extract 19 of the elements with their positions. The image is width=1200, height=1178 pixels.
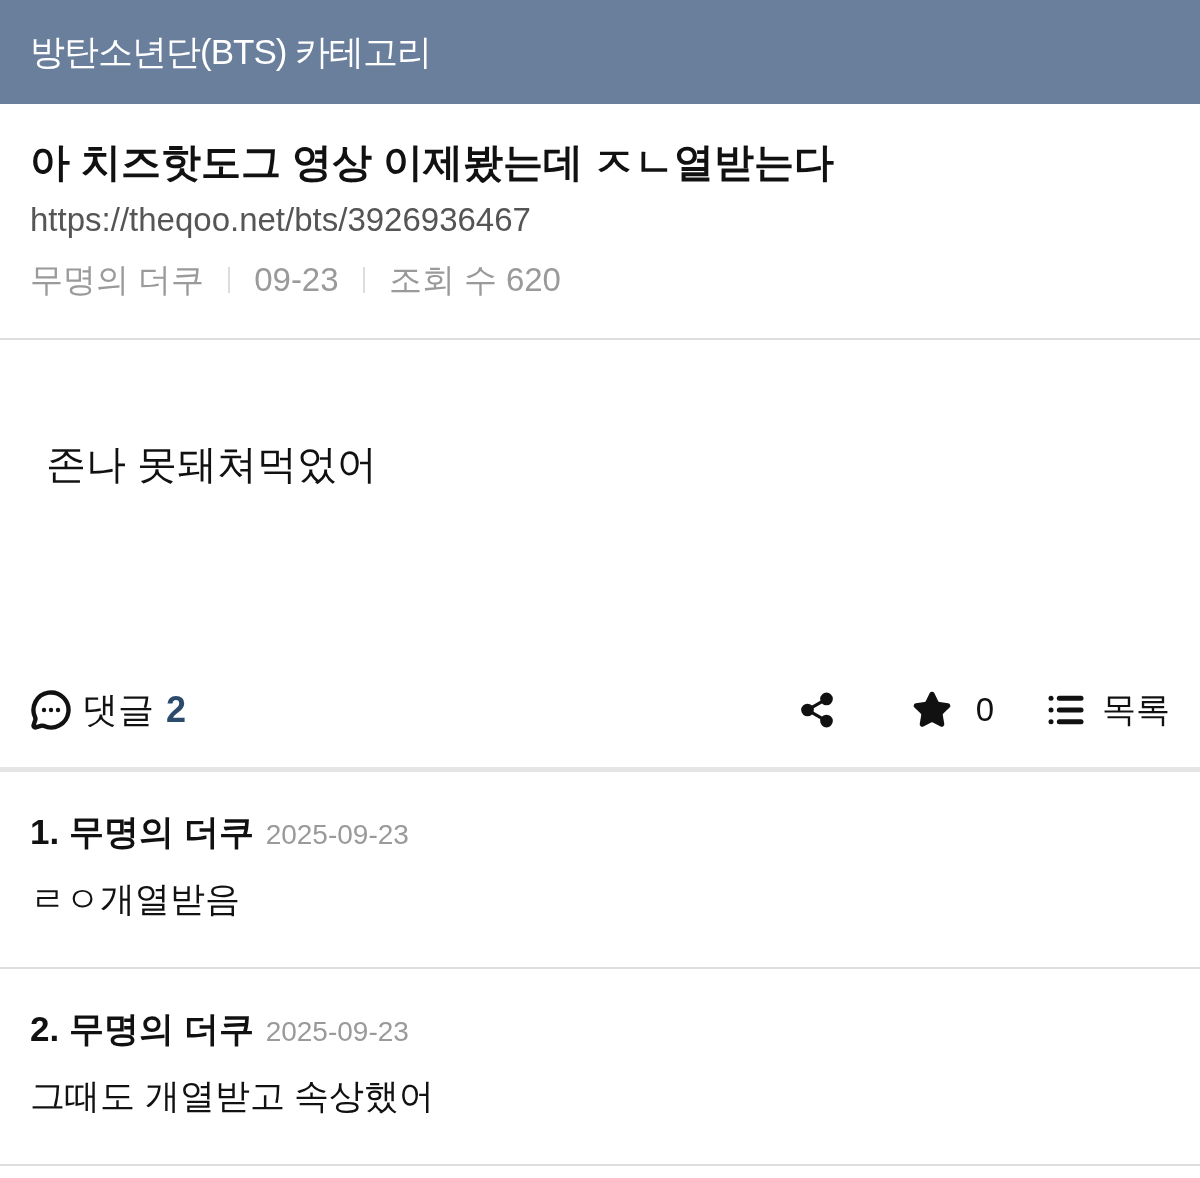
comment-date: 2025-09-23 — [265, 818, 409, 852]
comment-author: 1. 무명의 더쿠 — [30, 811, 254, 853]
list-label[interactable]: 목록 — [1102, 684, 1170, 735]
post-meta: 무명의 더쿠 — [30, 260, 205, 300]
comments-label[interactable]: 댓글 — [82, 682, 154, 737]
category-title: 방탄소년단(BTS) 카테고리 — [30, 30, 432, 73]
comment-icon — [30, 688, 72, 731]
comment-date: 2025-09-23 — [265, 1015, 409, 1049]
comment-text: 그때도 개열받고 속상했어 — [30, 1074, 436, 1117]
comment-text: ㄹㅇ개열받음 — [30, 877, 241, 920]
star-count: 0 — [975, 689, 994, 730]
comment-author: 2. 무명의 더쿠 — [30, 1008, 254, 1050]
post-body: 존나 못돼쳐먹었어 — [46, 441, 379, 488]
post-meta: 09-23 — [254, 260, 339, 300]
comments-count: 2 — [166, 687, 187, 732]
post-url: https://theqoo.net/bts/3926936467 — [30, 200, 532, 240]
post-meta: 조회 수 620 — [388, 260, 561, 300]
post-title: 아 치즈핫도그 영상 이제봤는데 ㅈㄴ열받는다 — [30, 139, 836, 186]
star-icon[interactable] — [911, 689, 952, 730]
